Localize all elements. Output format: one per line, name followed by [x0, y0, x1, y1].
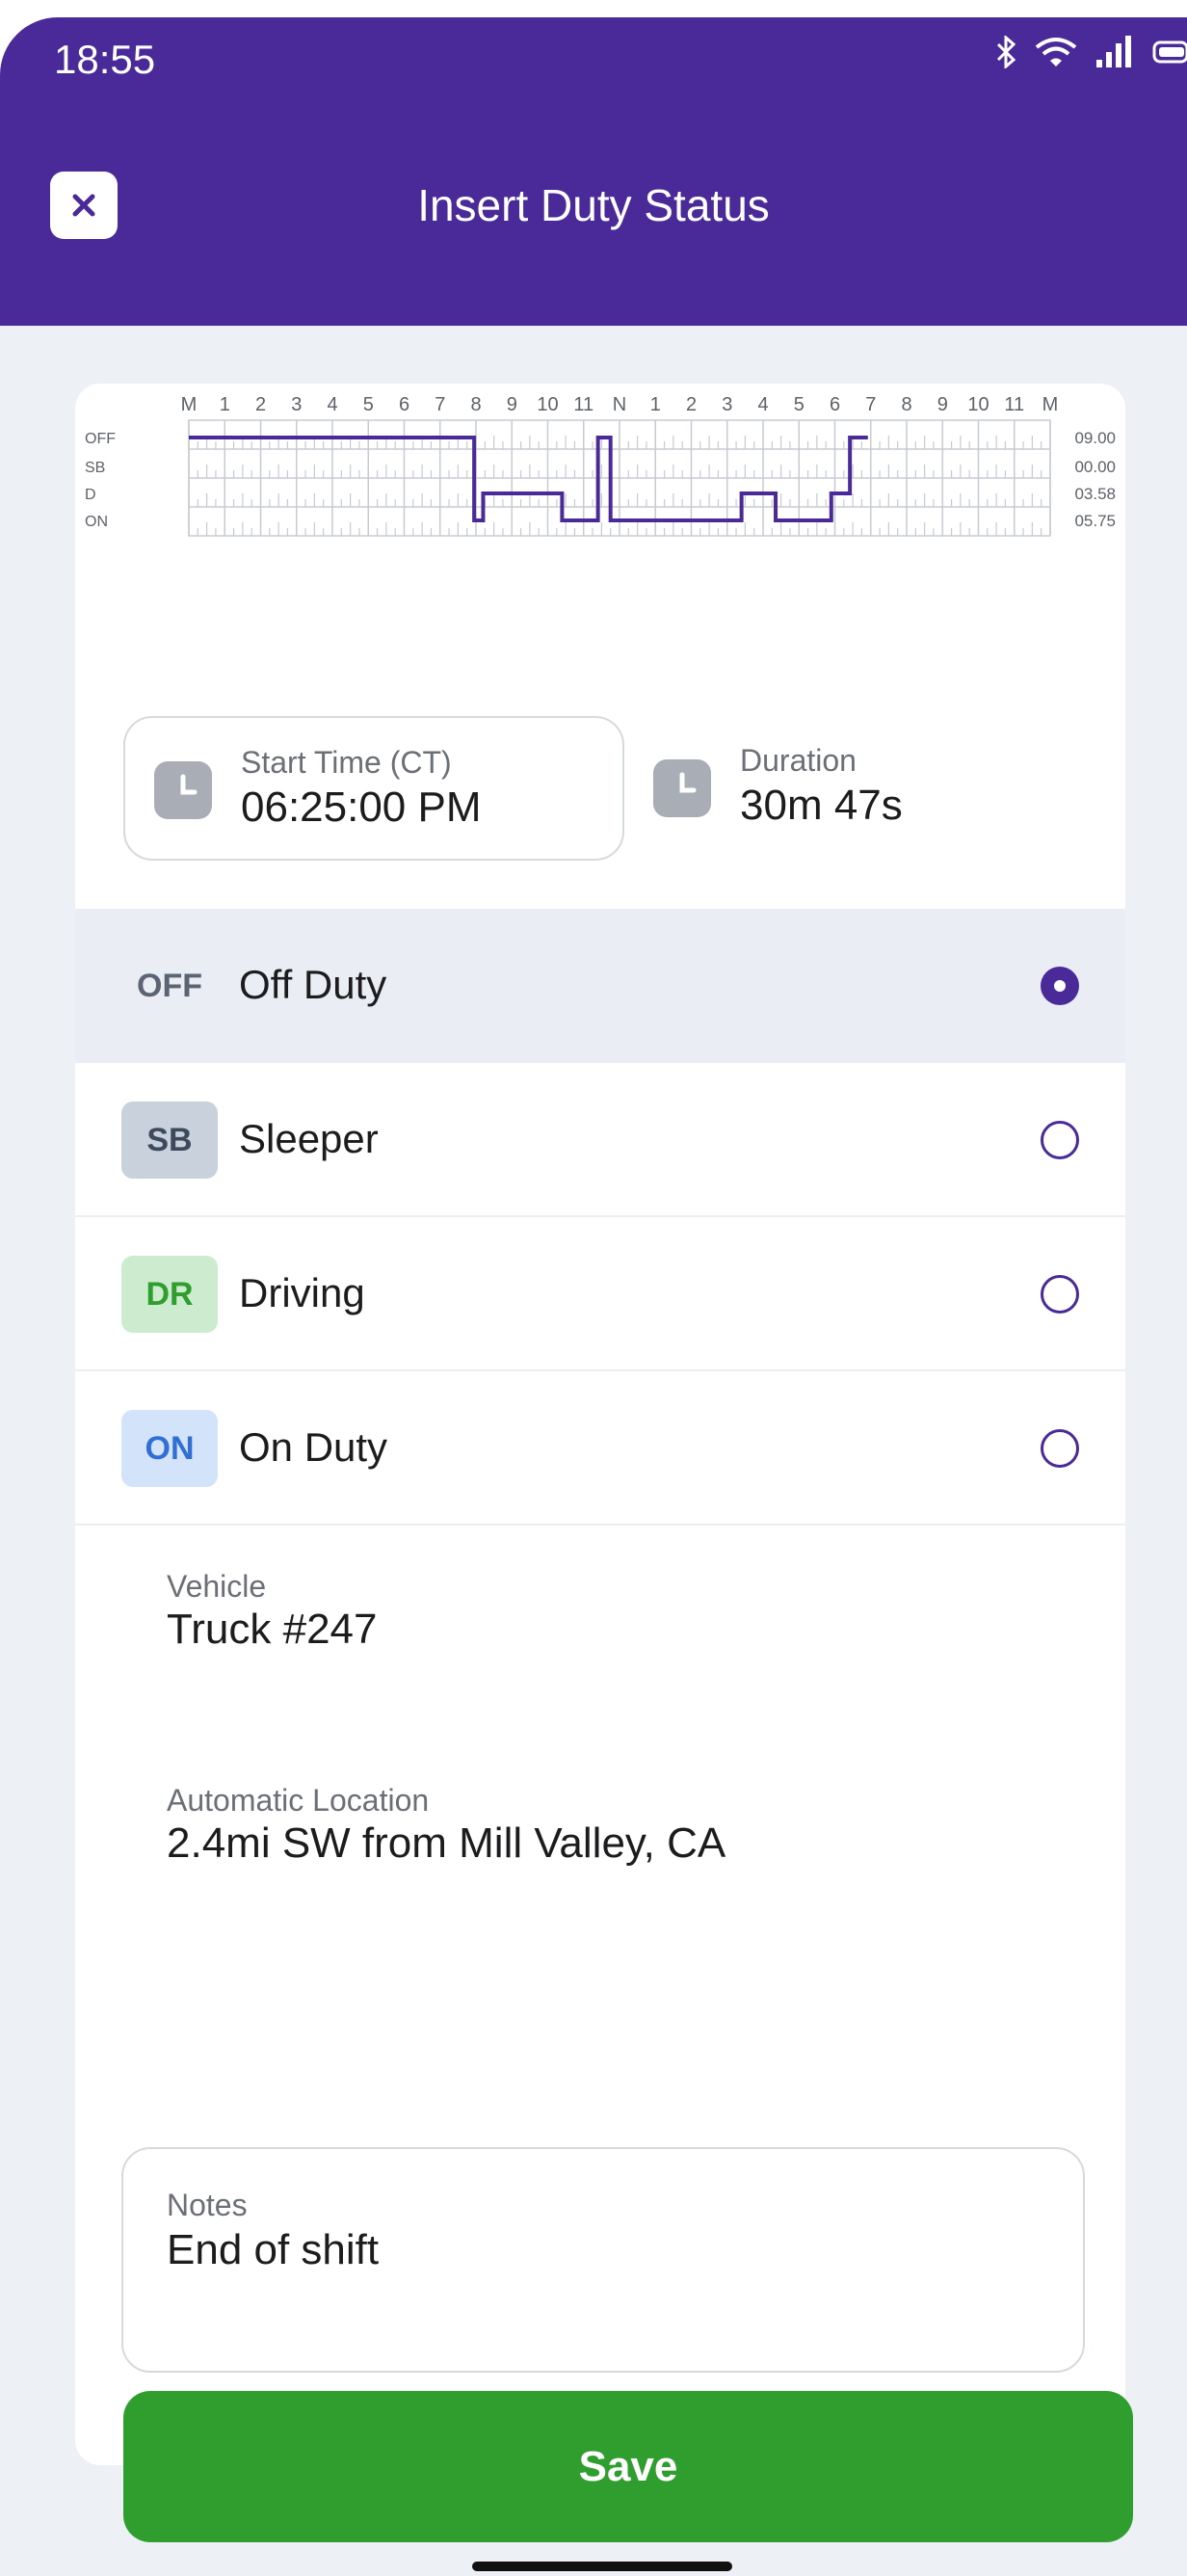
chart-hour-label: 7 — [865, 394, 876, 415]
status-label: Off Duty — [239, 962, 387, 1007]
duration-field: Duration 30m 47s — [653, 716, 1087, 861]
radio-selected[interactable] — [1041, 967, 1079, 1005]
chart-hour-label: 11 — [1004, 394, 1024, 415]
chart-hour-label: 2 — [255, 394, 266, 415]
clock-icon — [653, 759, 711, 817]
radio-unselected[interactable] — [1041, 1121, 1079, 1159]
duration-label: Duration — [740, 743, 857, 778]
status-label: Sleeper — [239, 1116, 379, 1161]
status-label: On Duty — [239, 1424, 388, 1470]
form-card: M 1 2 3 4 5 6 7 8 9 10 11 N 1 2 3 4 5 6 7 8 9 10 11 M OFF SB D ON 09.… — [75, 384, 1125, 2465]
chart-hour-label: 10 — [967, 394, 989, 415]
chart-total-label: 05.75 — [1074, 512, 1116, 530]
start-time-field[interactable]: Start Time (CT) 06:25:00 PM — [123, 716, 624, 861]
chart-hour-label: 9 — [507, 394, 517, 415]
status-icons — [994, 35, 1187, 69]
chart-total-label: 03.58 — [1074, 485, 1116, 503]
radio-unselected[interactable] — [1041, 1429, 1079, 1468]
radio-unselected[interactable] — [1041, 1275, 1079, 1314]
chart-row-label: SB — [85, 460, 105, 476]
status-badge: ON — [121, 1410, 218, 1487]
start-time-value: 06:25:00 PM — [241, 783, 482, 831]
chart-hour-label: 9 — [937, 394, 948, 415]
location-label: Automatic Location — [167, 1783, 430, 1818]
status-option-off[interactable]: OFF Off Duty — [75, 909, 1125, 1063]
page-title: Insert Duty Status — [417, 180, 770, 230]
start-time-label: Start Time (CT) — [241, 745, 452, 780]
status-option-driving[interactable]: DR Driving — [75, 1217, 1125, 1371]
chart-hour-label: M — [181, 394, 198, 415]
chart-hour-label: 6 — [830, 394, 840, 415]
chart-hour-label: 8 — [470, 394, 481, 415]
chart-hour-label: 4 — [327, 394, 337, 415]
chart-hour-label: 8 — [901, 394, 911, 415]
chart-hour-label: 2 — [686, 394, 697, 415]
chart-hour-label: 7 — [435, 394, 445, 415]
battery-icon — [1152, 40, 1187, 65]
duty-log-svg: M 1 2 3 4 5 6 7 8 9 10 11 N 1 2 3 4 5 6 7 8 9 10 11 M OFF SB D ON 09.… — [85, 394, 1116, 537]
status-option-sleeper[interactable]: SB Sleeper — [75, 1063, 1125, 1217]
chart-hour-label: 3 — [722, 394, 732, 415]
bluetooth-icon — [994, 36, 1017, 68]
chart-hour-label: 3 — [291, 394, 302, 415]
notes-value[interactable]: End of shift — [167, 2226, 379, 2274]
wifi-icon — [1035, 36, 1077, 68]
status-badge: SB — [121, 1102, 218, 1179]
chart-total-label: 09.00 — [1074, 429, 1116, 447]
chart-hour-label: 11 — [573, 394, 594, 415]
chart-hour-label: 6 — [399, 394, 409, 415]
chart-row-label: D — [85, 487, 96, 503]
status-badge: OFF — [121, 947, 218, 1024]
app-bar: 18:55 Insert Duty Status — [0, 17, 1187, 326]
chart-hour-label: 1 — [650, 394, 661, 415]
chart-hour-label: 10 — [537, 394, 558, 415]
home-indicator[interactable] — [472, 2562, 732, 2571]
chart-hour-label: 1 — [220, 394, 230, 415]
save-button[interactable]: Save — [123, 2391, 1133, 2542]
app-screen: 18:55 Insert Duty Status M 1 2 3 4 5 6 7 8 9 10 11 N… — [0, 17, 1187, 2576]
status-time: 18:55 — [54, 37, 156, 82]
chart-hour-label: 4 — [757, 394, 768, 415]
vehicle-value: Truck #247 — [167, 1606, 378, 1653]
duration-value: 30m 47s — [740, 782, 903, 829]
duty-log-chart: M 1 2 3 4 5 6 7 8 9 10 11 N 1 2 3 4 5 6 7 8 9 10 11 M OFF SB D ON 09.… — [75, 384, 1125, 692]
notes-field[interactable]: Notes End of shift — [121, 2147, 1085, 2373]
status-option-on-duty[interactable]: ON On Duty — [75, 1371, 1125, 1526]
vehicle-label: Vehicle — [167, 1569, 267, 1604]
chart-hour-label: 5 — [794, 394, 805, 415]
location-value: 2.4mi SW from Mill Valley, CA — [167, 1819, 726, 1867]
status-badge: DR — [121, 1256, 218, 1333]
status-label: Driving — [239, 1270, 365, 1315]
signal-icon — [1095, 35, 1135, 69]
chart-row-label: ON — [85, 514, 108, 530]
chart-row-label: OFF — [85, 431, 116, 447]
clock-icon — [154, 761, 212, 819]
chart-hour-label: 5 — [363, 394, 374, 415]
chart-hour-label: M — [1042, 394, 1059, 415]
chart-total-label: 00.00 — [1074, 458, 1116, 476]
notes-label: Notes — [167, 2188, 248, 2222]
chart-hour-label: N — [613, 394, 626, 415]
